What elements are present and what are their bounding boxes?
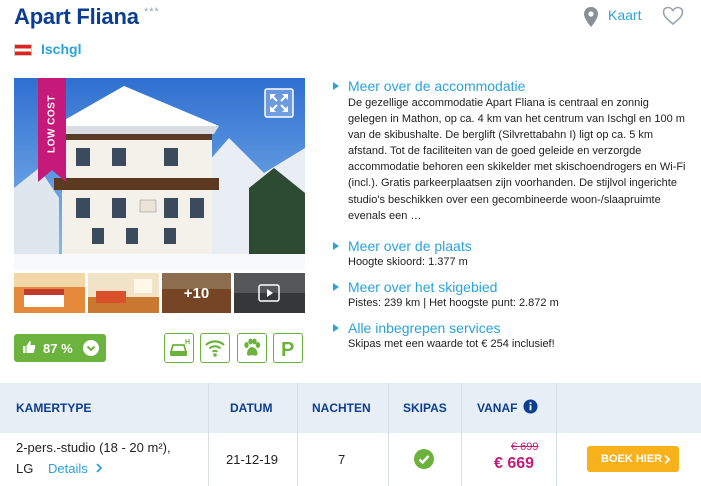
room-type-suffix: LG xyxy=(16,461,34,476)
chevron-right-icon xyxy=(664,455,670,464)
column-header-skipass: SKIPAS xyxy=(403,401,447,415)
svg-text:H: H xyxy=(185,339,190,346)
map-link[interactable]: Kaart xyxy=(608,7,641,23)
rating-badge[interactable]: 87 % xyxy=(14,334,106,362)
chevron-right-icon xyxy=(96,463,103,473)
hotel-title: Apart Fliana xyxy=(14,4,139,29)
ski-area-info: Pistes: 239 km | Het hoogste punt: 2.872… xyxy=(348,297,559,309)
star-rating: *** xyxy=(144,6,160,18)
services-heading-link[interactable]: Alle inbegrepen services xyxy=(333,320,501,336)
more-photos-count[interactable]: +10 xyxy=(162,273,231,313)
map-pin-icon[interactable] xyxy=(584,7,598,27)
date-value: 21-12-19 xyxy=(226,452,279,467)
nights-value: 7 xyxy=(338,452,346,467)
thumbs-up-icon xyxy=(23,341,36,353)
parking-garage-icon: H xyxy=(164,333,194,363)
column-header-from: VANAF xyxy=(477,401,518,415)
accommodation-description: De gezellige accommodatie Apart Fliana i… xyxy=(348,97,686,222)
thumbnail-bedroom[interactable] xyxy=(14,273,85,313)
services-info: Skipas met een waarde tot € 254 inclusie… xyxy=(348,338,555,350)
column-divider xyxy=(388,383,389,486)
svg-text:P: P xyxy=(281,339,294,361)
location-link[interactable]: Ischgl xyxy=(41,41,81,57)
video-play-icon[interactable] xyxy=(258,284,280,302)
room-type-name: 2-pers.-studio (18 - 20 m²), xyxy=(16,440,171,455)
old-price: € 699 xyxy=(511,441,539,453)
rating-value: 87 % xyxy=(43,341,73,356)
low-cost-label: LOW COST xyxy=(46,95,58,153)
thumbnail-living-room[interactable] xyxy=(88,273,159,313)
column-header-nights: NACHTEN xyxy=(312,401,371,415)
column-header-room: KAMERTYPE xyxy=(16,401,92,415)
favorite-heart-icon[interactable] xyxy=(662,6,684,26)
details-label: Details xyxy=(48,461,88,476)
chevron-down-icon[interactable] xyxy=(83,340,99,356)
place-altitude: Hoogte skioord: 1.377 m xyxy=(348,256,468,268)
column-divider xyxy=(297,383,298,486)
column-divider xyxy=(461,383,462,486)
austria-flag-icon xyxy=(14,44,32,56)
fullscreen-expand-icon[interactable] xyxy=(264,88,294,118)
book-here-button[interactable]: BOEK HIER xyxy=(587,446,679,472)
column-divider xyxy=(556,383,557,486)
place-heading-link[interactable]: Meer over de plaats xyxy=(333,238,472,254)
info-icon[interactable] xyxy=(523,399,538,414)
column-header-date: DATUM xyxy=(230,401,273,415)
thumbnail-strip: +10 xyxy=(14,273,305,313)
checkmark-icon xyxy=(414,449,434,469)
low-cost-badge: LOW COST xyxy=(38,78,66,182)
book-button-label: BOEK HIER xyxy=(601,453,663,465)
wifi-icon xyxy=(200,333,230,363)
ski-area-heading-link[interactable]: Meer over het skigebied xyxy=(333,279,497,295)
pets-icon xyxy=(237,333,267,363)
parking-icon: P xyxy=(273,333,303,363)
accommodation-heading-link[interactable]: Meer over de accommodatie xyxy=(333,78,525,94)
current-price: € 669 xyxy=(494,455,535,472)
column-divider xyxy=(208,383,209,486)
details-link[interactable]: Details xyxy=(48,461,103,476)
